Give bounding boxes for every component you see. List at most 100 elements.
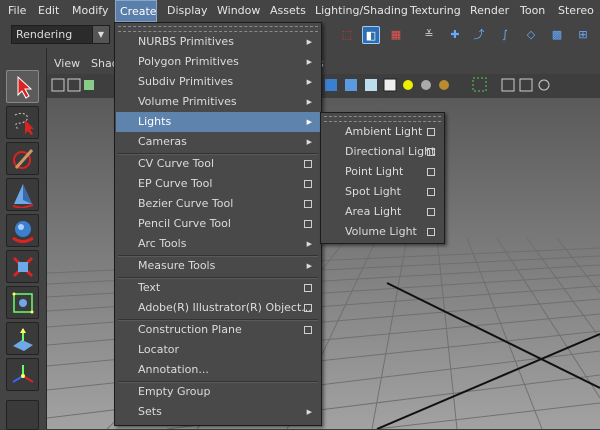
isolate-select-icon[interactable] bbox=[472, 77, 487, 92]
submenu-arrow-icon: ▶ bbox=[306, 98, 312, 106]
camera-icon[interactable] bbox=[51, 78, 65, 92]
camera-attributes-icon[interactable] bbox=[67, 78, 81, 92]
menu-create[interactable]: Create bbox=[115, 0, 157, 22]
smooth-shade-icon[interactable] bbox=[345, 79, 357, 91]
texture-icon[interactable] bbox=[383, 78, 397, 92]
rotate-tool-icon[interactable] bbox=[6, 214, 39, 247]
select-by-hierarchy-icon[interactable]: ⬚ bbox=[338, 26, 356, 44]
make-live-icon[interactable]: ▩ bbox=[548, 26, 566, 44]
menu-texturing[interactable]: Texturing bbox=[406, 0, 465, 22]
snap-curve-icon[interactable]: ⤴ bbox=[470, 26, 488, 44]
option-box-icon[interactable] bbox=[427, 148, 435, 156]
item-label: CV Curve Tool bbox=[138, 157, 215, 170]
bookmark-icon[interactable] bbox=[84, 80, 94, 90]
history-icon[interactable]: ⊞ bbox=[574, 26, 592, 44]
option-box-icon[interactable] bbox=[304, 160, 312, 168]
snap-view-plane-icon[interactable]: ◇ bbox=[522, 26, 540, 44]
menu-item-sets[interactable]: Sets ▶ bbox=[116, 402, 320, 422]
item-label: Arc Tools bbox=[138, 237, 187, 250]
snap-point-icon[interactable]: ∫ bbox=[496, 26, 514, 44]
menu-render[interactable]: Render bbox=[466, 0, 513, 22]
item-label: Spot Light bbox=[345, 185, 401, 198]
option-box-icon[interactable] bbox=[304, 284, 312, 292]
all-lights-icon[interactable] bbox=[421, 80, 431, 90]
menu-window[interactable]: Window bbox=[213, 0, 264, 22]
select-by-component-icon[interactable]: ▦ bbox=[387, 26, 405, 44]
option-box-icon[interactable] bbox=[304, 326, 312, 334]
menu-item-arc-tools[interactable]: Arc Tools ▶ bbox=[116, 234, 320, 254]
item-label: NURBS Primitives bbox=[138, 35, 234, 48]
wireframe-icon[interactable] bbox=[325, 79, 337, 91]
shade-wireframe-icon[interactable] bbox=[365, 79, 377, 91]
menu-item-polygon-primitives[interactable]: Polygon Primitives ▶ bbox=[116, 52, 320, 72]
menu-item-annotation[interactable]: Annotation... bbox=[116, 360, 320, 380]
menu-item-nurbs-primitives[interactable]: NURBS Primitives ▶ bbox=[116, 32, 320, 52]
option-box-icon[interactable] bbox=[304, 220, 312, 228]
menu-stereo[interactable]: Stereo bbox=[554, 0, 598, 22]
menu-item-volume-primitives[interactable]: Volume Primitives ▶ bbox=[116, 92, 320, 112]
menu-display[interactable]: Display bbox=[163, 0, 212, 22]
move-tool-icon[interactable] bbox=[6, 178, 39, 211]
menu-item-adobe-illustrator-object[interactable]: Adobe(R) Illustrator(R) Object... bbox=[116, 298, 320, 318]
menu-set-select[interactable]: Rendering ▼ bbox=[11, 25, 110, 44]
panel-menu-view[interactable]: View bbox=[54, 57, 80, 70]
option-box-icon[interactable] bbox=[304, 304, 312, 312]
option-box-icon[interactable] bbox=[427, 128, 435, 136]
menu-item-cameras[interactable]: Cameras ▶ bbox=[116, 132, 320, 152]
select-by-object-icon[interactable]: ◧ bbox=[362, 26, 380, 44]
menu-item-empty-group[interactable]: Empty Group bbox=[116, 382, 320, 402]
option-box-icon[interactable] bbox=[427, 188, 435, 196]
show-manipulator-icon[interactable] bbox=[6, 358, 39, 391]
item-label: Adobe(R) Illustrator(R) Object... bbox=[138, 301, 312, 314]
paint-select-tool-icon[interactable] bbox=[6, 142, 39, 175]
default-lighting-icon[interactable] bbox=[403, 80, 413, 90]
menu-item-subdiv-primitives[interactable]: Subdiv Primitives ▶ bbox=[116, 72, 320, 92]
option-box-icon[interactable] bbox=[427, 228, 435, 236]
lights-submenu: Ambient Light Directional Light Point Li… bbox=[320, 112, 445, 244]
xray-joints-icon[interactable] bbox=[519, 78, 533, 92]
shadows-icon[interactable] bbox=[439, 80, 449, 90]
submenu-arrow-icon: ▶ bbox=[306, 138, 312, 146]
snap-grid-icon[interactable]: ✚ bbox=[446, 26, 464, 44]
menu-lighting-shading[interactable]: Lighting/Shading bbox=[311, 0, 412, 22]
menu-set-value: Rendering bbox=[16, 28, 73, 41]
option-box-icon[interactable] bbox=[427, 208, 435, 216]
menu-item-point-light[interactable]: Point Light bbox=[322, 162, 443, 182]
chevron-down-icon[interactable]: ▼ bbox=[92, 26, 109, 43]
item-label: Subdiv Primitives bbox=[138, 75, 234, 88]
universal-manipulator-icon[interactable] bbox=[6, 286, 39, 319]
lock-selection-icon[interactable]: ≚ bbox=[420, 26, 438, 44]
menu-toon[interactable]: Toon bbox=[516, 0, 549, 22]
scale-tool-icon[interactable] bbox=[6, 250, 39, 283]
menu-edit[interactable]: Edit bbox=[34, 0, 63, 22]
menu-item-cv-curve-tool[interactable]: CV Curve Tool bbox=[116, 154, 320, 174]
xray-icon[interactable] bbox=[501, 78, 515, 92]
item-label: Area Light bbox=[345, 205, 402, 218]
menu-item-lights[interactable]: Lights ▶ bbox=[116, 112, 320, 132]
last-tool-icon[interactable] bbox=[6, 400, 39, 430]
select-tool-icon[interactable] bbox=[6, 70, 39, 103]
submenu-arrow-icon: ▶ bbox=[306, 118, 312, 126]
submenu-arrow-icon: ▶ bbox=[306, 408, 312, 416]
menu-item-locator[interactable]: Locator bbox=[116, 340, 320, 360]
menu-file[interactable]: File bbox=[4, 0, 30, 22]
menu-item-pencil-curve-tool[interactable]: Pencil Curve Tool bbox=[116, 214, 320, 234]
menu-item-ambient-light[interactable]: Ambient Light bbox=[322, 122, 443, 142]
option-box-icon[interactable] bbox=[304, 200, 312, 208]
share-icon[interactable] bbox=[538, 79, 550, 91]
soft-modification-icon[interactable] bbox=[6, 322, 39, 355]
menu-item-spot-light[interactable]: Spot Light bbox=[322, 182, 443, 202]
menu-item-volume-light[interactable]: Volume Light bbox=[322, 222, 443, 242]
menu-item-ep-curve-tool[interactable]: EP Curve Tool bbox=[116, 174, 320, 194]
option-box-icon[interactable] bbox=[427, 168, 435, 176]
menu-item-area-light[interactable]: Area Light bbox=[322, 202, 443, 222]
menu-item-bezier-curve-tool[interactable]: Bezier Curve Tool bbox=[116, 194, 320, 214]
menu-item-text[interactable]: Text bbox=[116, 278, 320, 298]
menu-assets[interactable]: Assets bbox=[266, 0, 310, 22]
menu-item-measure-tools[interactable]: Measure Tools ▶ bbox=[116, 256, 320, 276]
menu-item-construction-plane[interactable]: Construction Plane bbox=[116, 320, 320, 340]
option-box-icon[interactable] bbox=[304, 180, 312, 188]
menu-item-directional-light[interactable]: Directional Light bbox=[322, 142, 443, 162]
lasso-tool-icon[interactable] bbox=[6, 106, 39, 139]
menu-modify[interactable]: Modify bbox=[68, 0, 112, 22]
